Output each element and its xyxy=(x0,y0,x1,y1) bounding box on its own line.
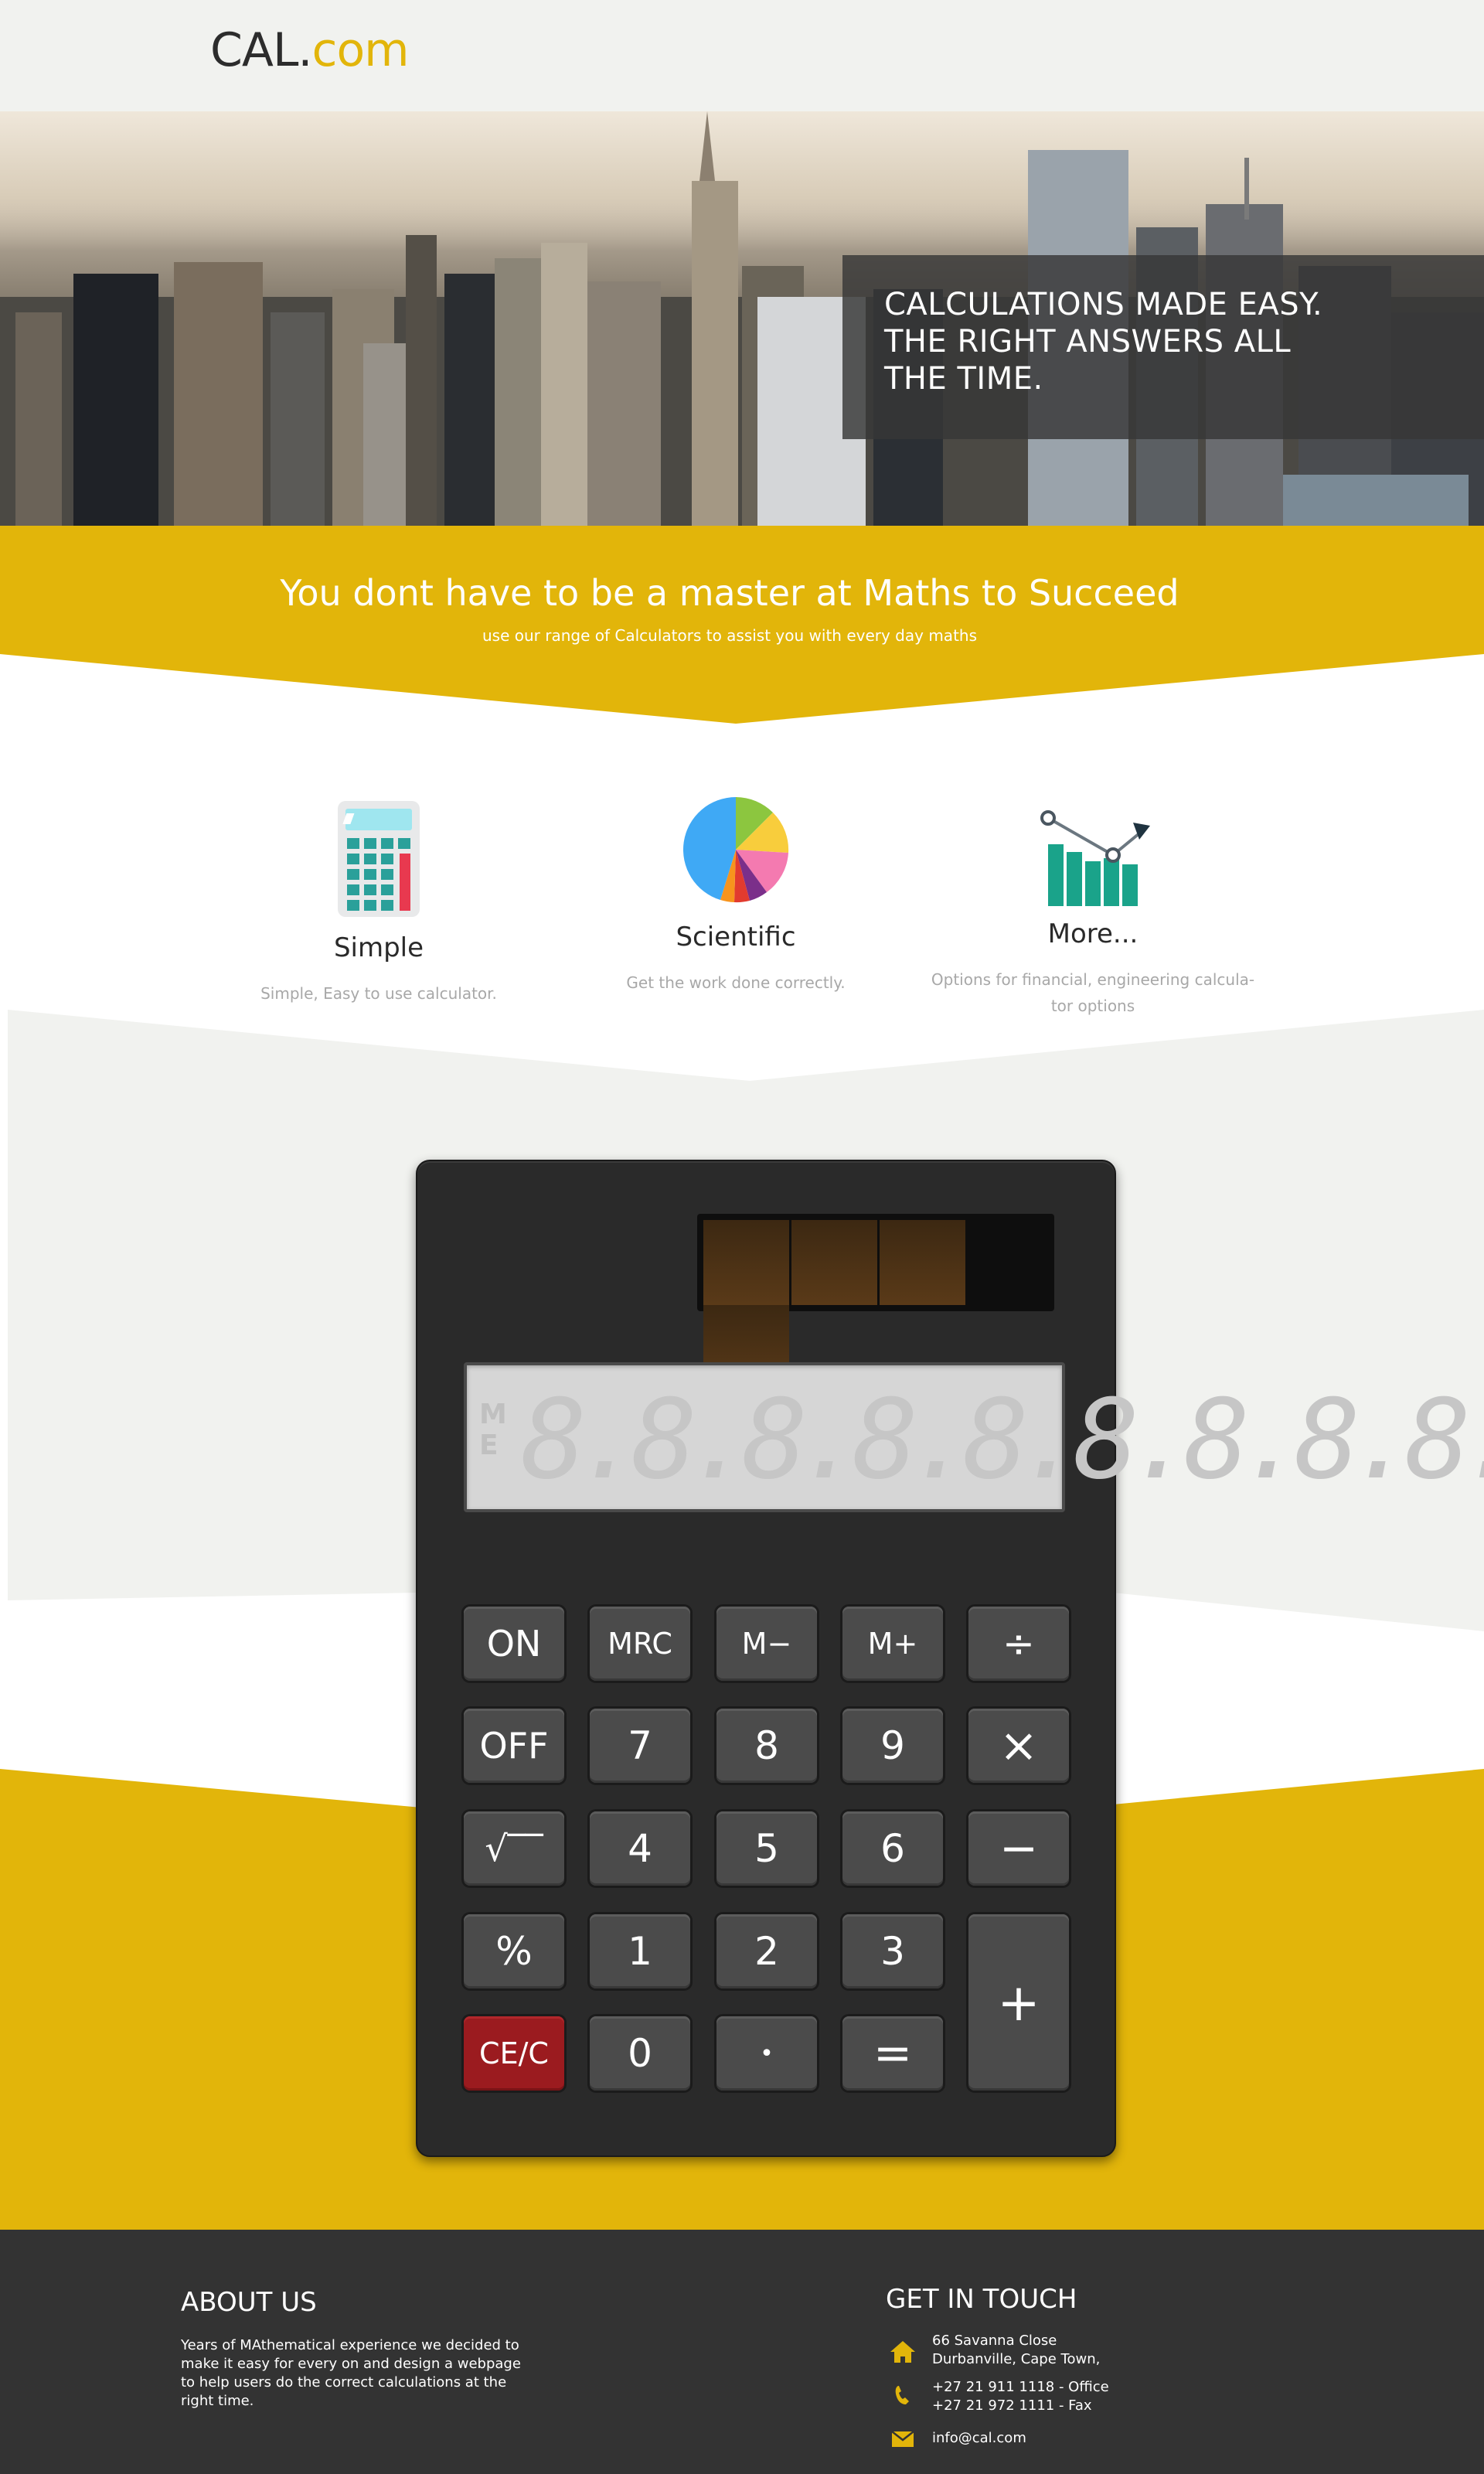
hero-headline: CALCULATIONS MADE EASY. THE RIGHT ANSWER… xyxy=(884,286,1363,397)
digit-1-button[interactable]: 1 xyxy=(590,1914,690,1988)
feature-description: Get the work done correctly. xyxy=(626,973,846,992)
decimal-button[interactable]: • xyxy=(716,2016,817,2091)
digit-4-button[interactable]: 4 xyxy=(590,1811,690,1886)
digit-7-button[interactable]: 7 xyxy=(590,1709,690,1783)
phone-numbers: +27 21 911 1118 - Office +27 21 972 1111… xyxy=(932,2378,1109,2415)
hero-headline-line: CALCULATIONS MADE EASY. xyxy=(884,287,1323,322)
feature-description: Simple, Easy to use calculator. xyxy=(260,984,497,1003)
error-indicator: E xyxy=(479,1430,499,1461)
bar-chart-icon xyxy=(1040,810,1150,906)
about-us-line: Years of MAthematical experience we deci… xyxy=(181,2337,519,2353)
solar-cell xyxy=(703,1220,789,1305)
phone-fax: +27 21 972 1111 - Fax xyxy=(932,2397,1092,2414)
phone-icon xyxy=(895,2386,909,2404)
phone-office[interactable]: +27 21 911 1118 - Office xyxy=(932,2378,1109,2397)
pie-chart-icon xyxy=(682,797,789,903)
feature-simple[interactable]: Simple Simple, Easy to use calculator. xyxy=(201,799,556,1007)
logo-suffix: com xyxy=(311,23,409,77)
digit-3-button[interactable]: 3 xyxy=(842,1914,943,1988)
minus-button[interactable]: − xyxy=(968,1811,1069,1886)
hero-banner: CALCULATIONS MADE EASY. THE RIGHT ANSWER… xyxy=(0,111,1484,526)
equals-button[interactable]: = xyxy=(842,2016,943,2091)
feature-title: Scientific xyxy=(676,922,796,952)
display-digits: 8.8.8.8.8.8.8.8.8. xyxy=(521,1376,1484,1504)
about-us-line: right time. xyxy=(181,2393,254,2409)
digit-2-button[interactable]: 2 xyxy=(716,1914,817,1988)
solar-cell xyxy=(880,1220,965,1305)
memory-plus-button[interactable]: M+ xyxy=(842,1607,943,1681)
calculator-icon xyxy=(338,801,420,917)
memory-indicator: M xyxy=(479,1399,507,1430)
multiply-button[interactable]: × xyxy=(968,1709,1069,1783)
plus-button[interactable]: + xyxy=(968,1914,1069,2091)
divide-button[interactable]: ÷ xyxy=(968,1607,1069,1681)
address-line: Durbanville, Cape Town, xyxy=(932,2351,1101,2367)
square-root-button[interactable]: √‾‾ xyxy=(464,1811,564,1886)
on-button[interactable]: ON xyxy=(464,1607,564,1681)
clear-button[interactable]: CE/C xyxy=(464,2016,564,2091)
digit-5-button[interactable]: 5 xyxy=(716,1811,817,1886)
feature-more[interactable]: More... Options for financial, engineeri… xyxy=(915,804,1271,1019)
feature-description: Options for financial, engineering calcu… xyxy=(915,966,1271,1019)
feature-description-line: Options for financial, engineering calcu… xyxy=(931,970,1255,989)
logo-dot: . xyxy=(298,23,312,77)
calculator-display: M E 8.8.8.8.8.8.8.8.8. xyxy=(464,1362,1484,1512)
feature-description-line: tor options xyxy=(1050,997,1135,1015)
home-icon xyxy=(890,2341,915,2363)
get-in-touch-heading: GET IN TOUCH xyxy=(886,2284,1077,2315)
solar-cell xyxy=(791,1220,877,1305)
digit-9-button[interactable]: 9 xyxy=(842,1709,943,1783)
about-us-line: make it easy for every on and design a w… xyxy=(181,2356,521,2372)
logo-main: CAL xyxy=(210,23,298,77)
feature-title: More... xyxy=(1047,918,1139,949)
about-us-text: Years of MAthematical experience we deci… xyxy=(181,2336,521,2411)
percent-button[interactable]: % xyxy=(464,1914,564,1988)
hero-headline-line: THE RIGHT ANSWERS ALL xyxy=(884,324,1292,360)
about-us-line: to help users do the correct calculation… xyxy=(181,2374,507,2391)
address-line: 66 Savanna Close xyxy=(932,2333,1057,2349)
memory-minus-button[interactable]: M− xyxy=(716,1607,817,1681)
solar-panel xyxy=(697,1214,1054,1390)
email-link[interactable]: info@cal.com xyxy=(932,2429,1026,2448)
banner-title: You dont have to be a master at Maths to… xyxy=(280,572,1179,614)
hero-headline-line: THE TIME. xyxy=(884,361,1043,397)
feature-scientific[interactable]: Scientific Get the work done correctly. xyxy=(558,793,914,996)
email-icon xyxy=(891,2431,914,2447)
digit-0-button[interactable]: 0 xyxy=(590,2016,690,2091)
digit-8-button[interactable]: 8 xyxy=(716,1709,817,1783)
site-logo[interactable]: CAL.com xyxy=(210,23,410,77)
feature-title: Simple xyxy=(333,932,424,963)
address: 66 Savanna Close Durbanville, Cape Town, xyxy=(932,2332,1100,2369)
mrc-button[interactable]: MRC xyxy=(590,1607,690,1681)
display-indicators: M E xyxy=(479,1399,507,1461)
digit-6-button[interactable]: 6 xyxy=(842,1811,943,1886)
off-button[interactable]: OFF xyxy=(464,1709,564,1783)
banner-subtitle: use our range of Calculators to assist y… xyxy=(482,626,978,645)
about-us-heading: ABOUT US xyxy=(181,2287,317,2318)
